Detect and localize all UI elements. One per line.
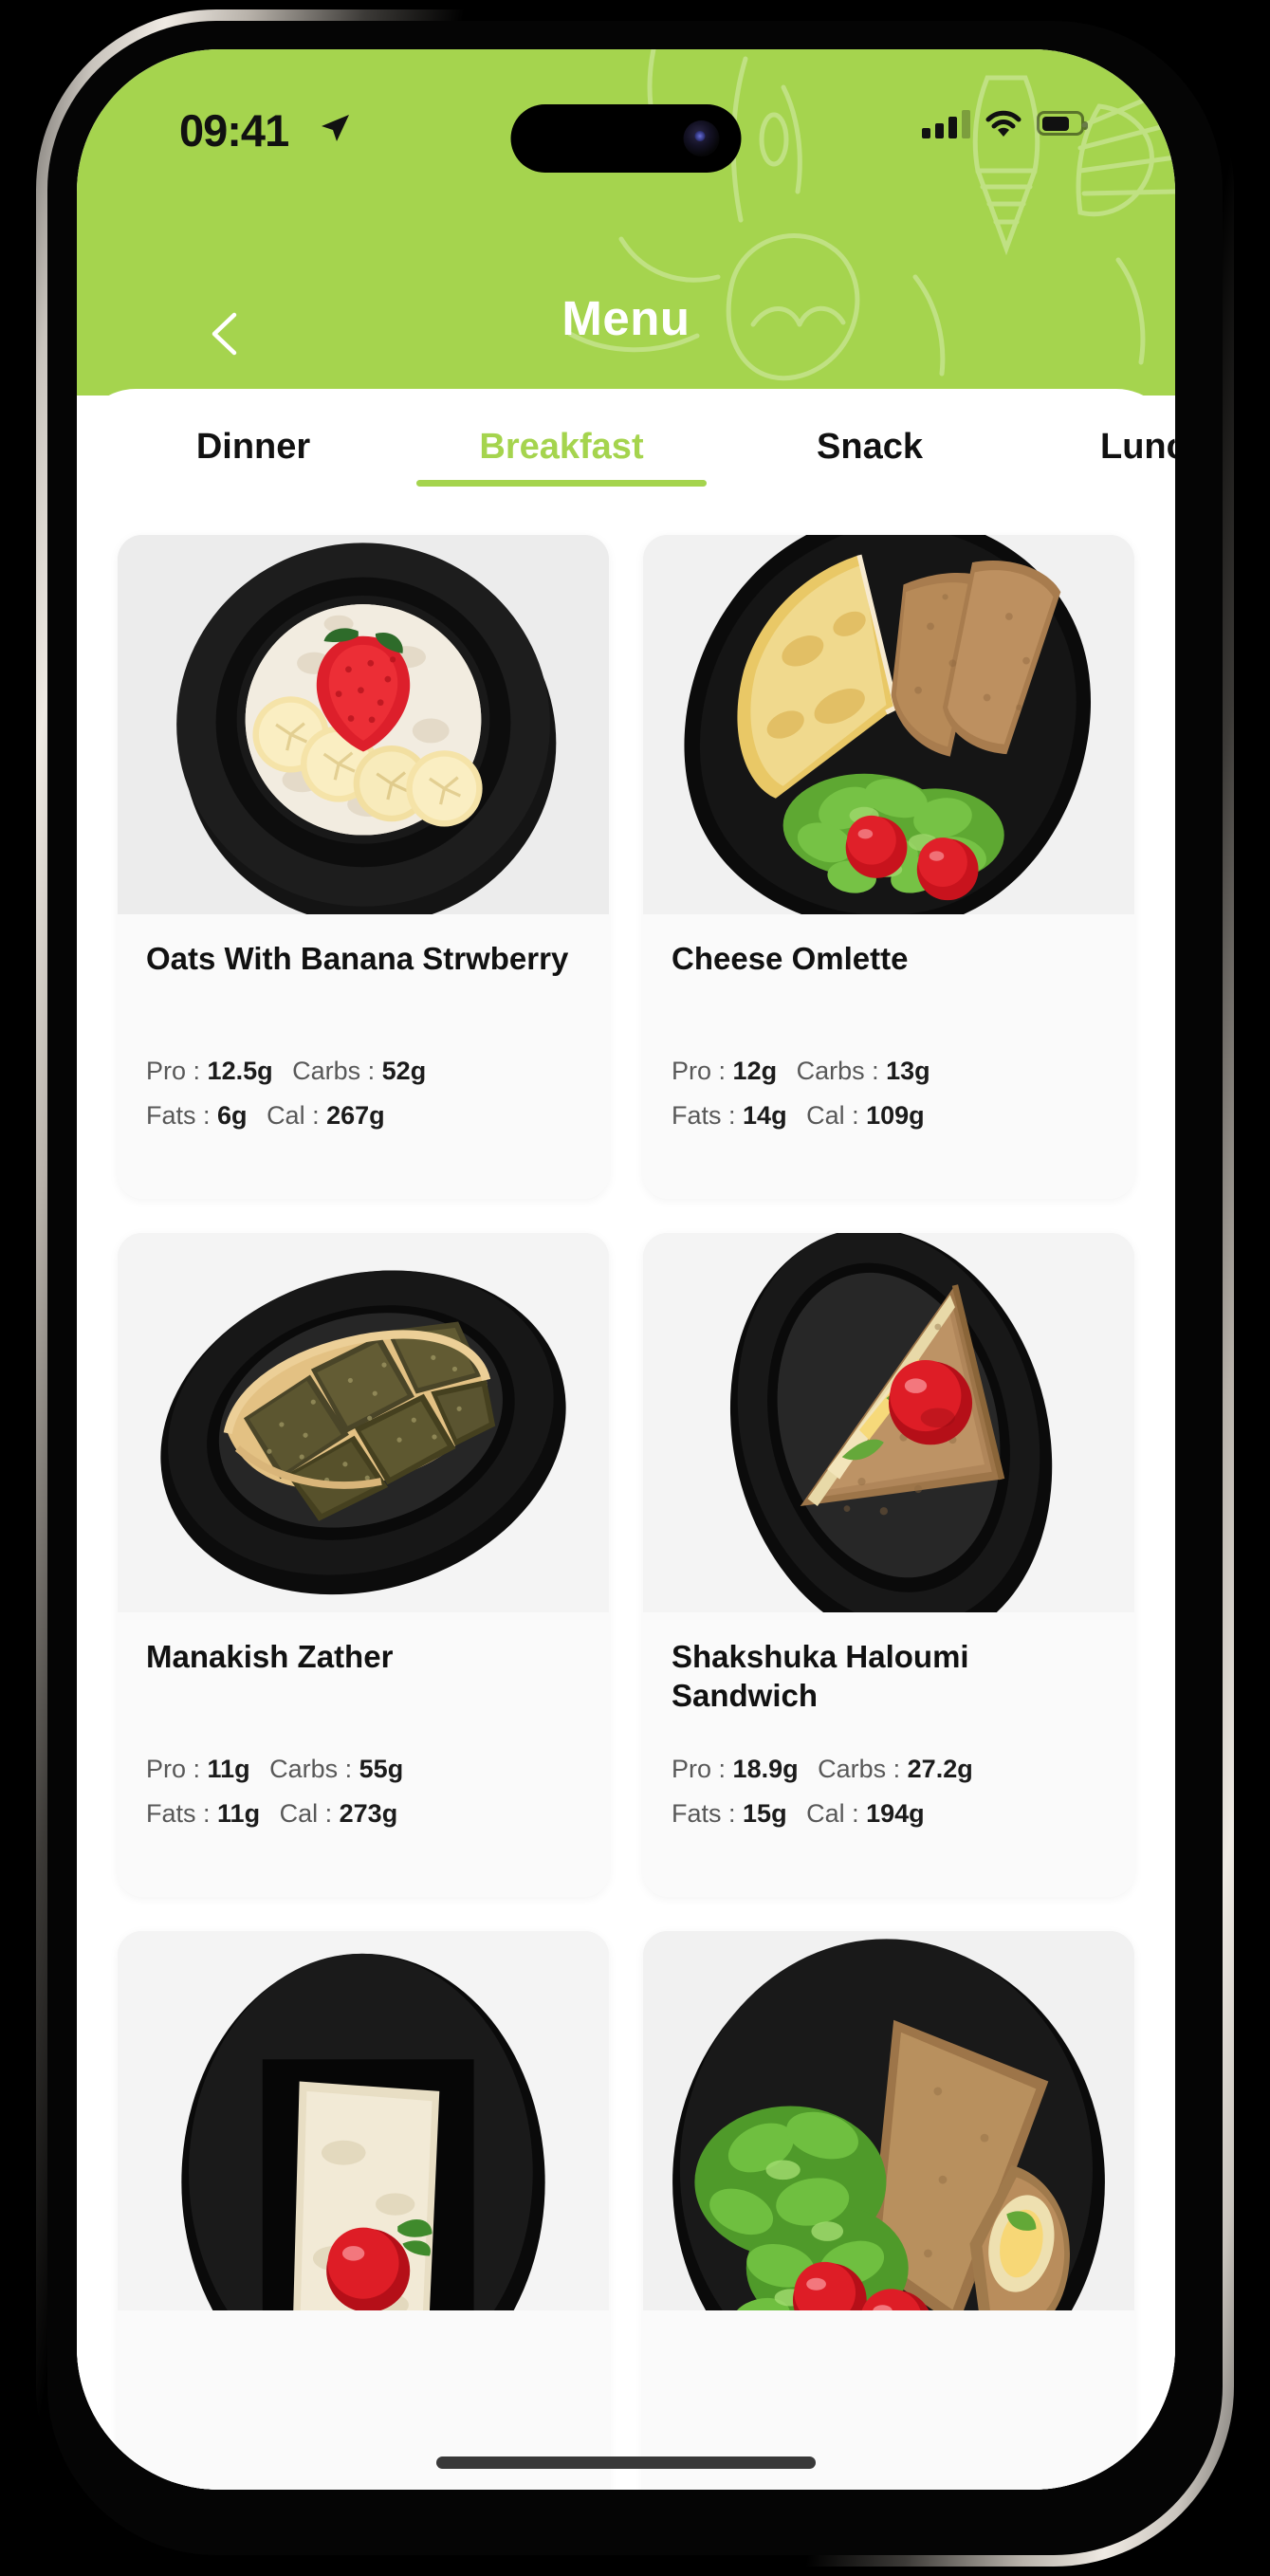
food-macros: Pro : 18.9g Carbs : 27.2g Fats : 15g Cal… (672, 1755, 1106, 1829)
tab-snack[interactable]: Snack (727, 417, 1012, 487)
carbs-value: 55g (359, 1755, 404, 1783)
food-photo-haloumi-slice (118, 1931, 609, 2310)
macro-line-pro-carbs: Pro : 18.9g Carbs : 27.2g (672, 1755, 1106, 1784)
tab-dinner[interactable]: Dinner (111, 417, 396, 487)
food-name: Manakish Zather (146, 1639, 394, 1674)
carbs-value: 52g (381, 1057, 427, 1085)
fats-label: Fats : (146, 1101, 211, 1130)
food-info: Shakshuka Haloumi Sandwich Pro : 18.9g C… (643, 1612, 1134, 1897)
battery-fill (1041, 116, 1069, 131)
cal-label: Cal : (806, 1101, 859, 1130)
fats-value: 6g (217, 1101, 248, 1130)
food-photo-omelette (643, 535, 1134, 914)
food-item-grid[interactable]: Oats With Banana Strwberry Pro : 12.5g C… (77, 514, 1175, 2490)
cal-label: Cal : (267, 1101, 320, 1130)
cal-label: Cal : (806, 1799, 859, 1828)
fats-value: 11g (217, 1799, 261, 1828)
tab-breakfast[interactable]: Breakfast (396, 417, 727, 487)
fats-value: 14g (743, 1101, 787, 1130)
cal-value: 273g (339, 1799, 398, 1828)
food-info: Cheese Omlette Pro : 12g Carbs : 13g Fat… (643, 914, 1134, 1199)
food-card[interactable]: Shakshuka Haloumi Sandwich Pro : 18.9g C… (643, 1233, 1134, 1897)
page-title: Menu (561, 291, 690, 345)
status-time: 09:41 (179, 105, 289, 156)
cal-value: 109g (866, 1101, 925, 1130)
food-card[interactable]: Oats With Banana Strwberry Pro : 12.5g C… (118, 535, 609, 1199)
pro-label: Pro : (672, 1057, 727, 1085)
macro-line-fats-cal: Fats : 14g Cal : 109g (672, 1101, 1106, 1131)
carbs-label: Carbs : (796, 1057, 879, 1085)
fats-label: Fats : (672, 1799, 736, 1828)
pro-label: Pro : (146, 1755, 201, 1783)
phone-frame: Menu 09:41 Dinner Breakfast Snack Lun Oa… (36, 9, 1234, 2567)
food-name: Cheese Omlette (672, 941, 909, 976)
cellular-signal-icon (922, 108, 970, 138)
food-macros: Pro : 12.5g Carbs : 52g Fats : 6g Cal : (146, 1057, 580, 1131)
food-card[interactable]: Cheese Omlette Pro : 12g Carbs : 13g Fat… (643, 535, 1134, 1199)
pro-value: 18.9g (732, 1755, 799, 1783)
pro-value: 12g (732, 1057, 778, 1085)
pro-label: Pro : (672, 1755, 727, 1783)
fats-label: Fats : (146, 1799, 211, 1828)
phone-bezel: Menu 09:41 Dinner Breakfast Snack Lun Oa… (47, 21, 1223, 2555)
macro-line-fats-cal: Fats : 15g Cal : 194g (672, 1799, 1106, 1829)
pro-label: Pro : (146, 1057, 201, 1085)
food-name: Oats With Banana Strwberry (146, 941, 569, 976)
battery-icon (1037, 111, 1088, 136)
food-macros: Pro : 12g Carbs : 13g Fats : 14g Cal : 1 (672, 1057, 1106, 1131)
phone-screen: Menu 09:41 Dinner Breakfast Snack Lun Oa… (77, 49, 1175, 2490)
food-photo-manakish (118, 1233, 609, 1612)
home-indicator[interactable] (436, 2456, 816, 2469)
macro-line-pro-carbs: Pro : 12.5g Carbs : 52g (146, 1057, 580, 1086)
food-card[interactable] (118, 1931, 609, 2490)
carbs-value: 27.2g (907, 1755, 973, 1783)
macro-line-fats-cal: Fats : 11g Cal : 273g (146, 1799, 580, 1829)
macro-line-pro-carbs: Pro : 11g Carbs : 55g (146, 1755, 580, 1784)
category-tab-bar[interactable]: Dinner Breakfast Snack Lunch (77, 389, 1175, 514)
location-arrow-icon (322, 115, 349, 141)
cal-value: 194g (866, 1799, 925, 1828)
food-name: Shakshuka Haloumi Sandwich (672, 1639, 969, 1714)
fats-value: 15g (743, 1799, 787, 1828)
front-camera-icon (683, 120, 720, 156)
pro-value: 11g (207, 1755, 250, 1783)
status-indicators (922, 108, 1088, 138)
cal-label: Cal : (279, 1799, 333, 1828)
content-sheet: Dinner Breakfast Snack Lunch (77, 389, 1175, 2490)
carbs-label: Carbs : (269, 1755, 353, 1783)
dynamic-island (510, 104, 742, 173)
food-card[interactable] (643, 1931, 1134, 2490)
wifi-icon (985, 110, 1022, 137)
food-card[interactable]: Manakish Zather Pro : 11g Carbs : 55g Fa… (118, 1233, 609, 1897)
food-photo-oatmeal (118, 535, 609, 914)
food-photo-shakshuka-sandwich (643, 1233, 1134, 1612)
pro-value: 12.5g (207, 1057, 273, 1085)
cal-value: 267g (326, 1101, 385, 1130)
macro-line-fats-cal: Fats : 6g Cal : 267g (146, 1101, 580, 1131)
food-info: Oats With Banana Strwberry Pro : 12.5g C… (118, 914, 609, 1199)
macro-line-pro-carbs: Pro : 12g Carbs : 13g (672, 1057, 1106, 1086)
food-info: Manakish Zather Pro : 11g Carbs : 55g Fa… (118, 1612, 609, 1897)
food-photo-sandwich-salad (643, 1931, 1134, 2310)
carbs-label: Carbs : (292, 1057, 376, 1085)
fats-label: Fats : (672, 1101, 736, 1130)
carbs-value: 13g (886, 1057, 930, 1085)
food-macros: Pro : 11g Carbs : 55g Fats : 11g Cal : 2 (146, 1755, 580, 1829)
tab-lunch[interactable]: Lunch (1012, 417, 1175, 487)
carbs-label: Carbs : (818, 1755, 901, 1783)
